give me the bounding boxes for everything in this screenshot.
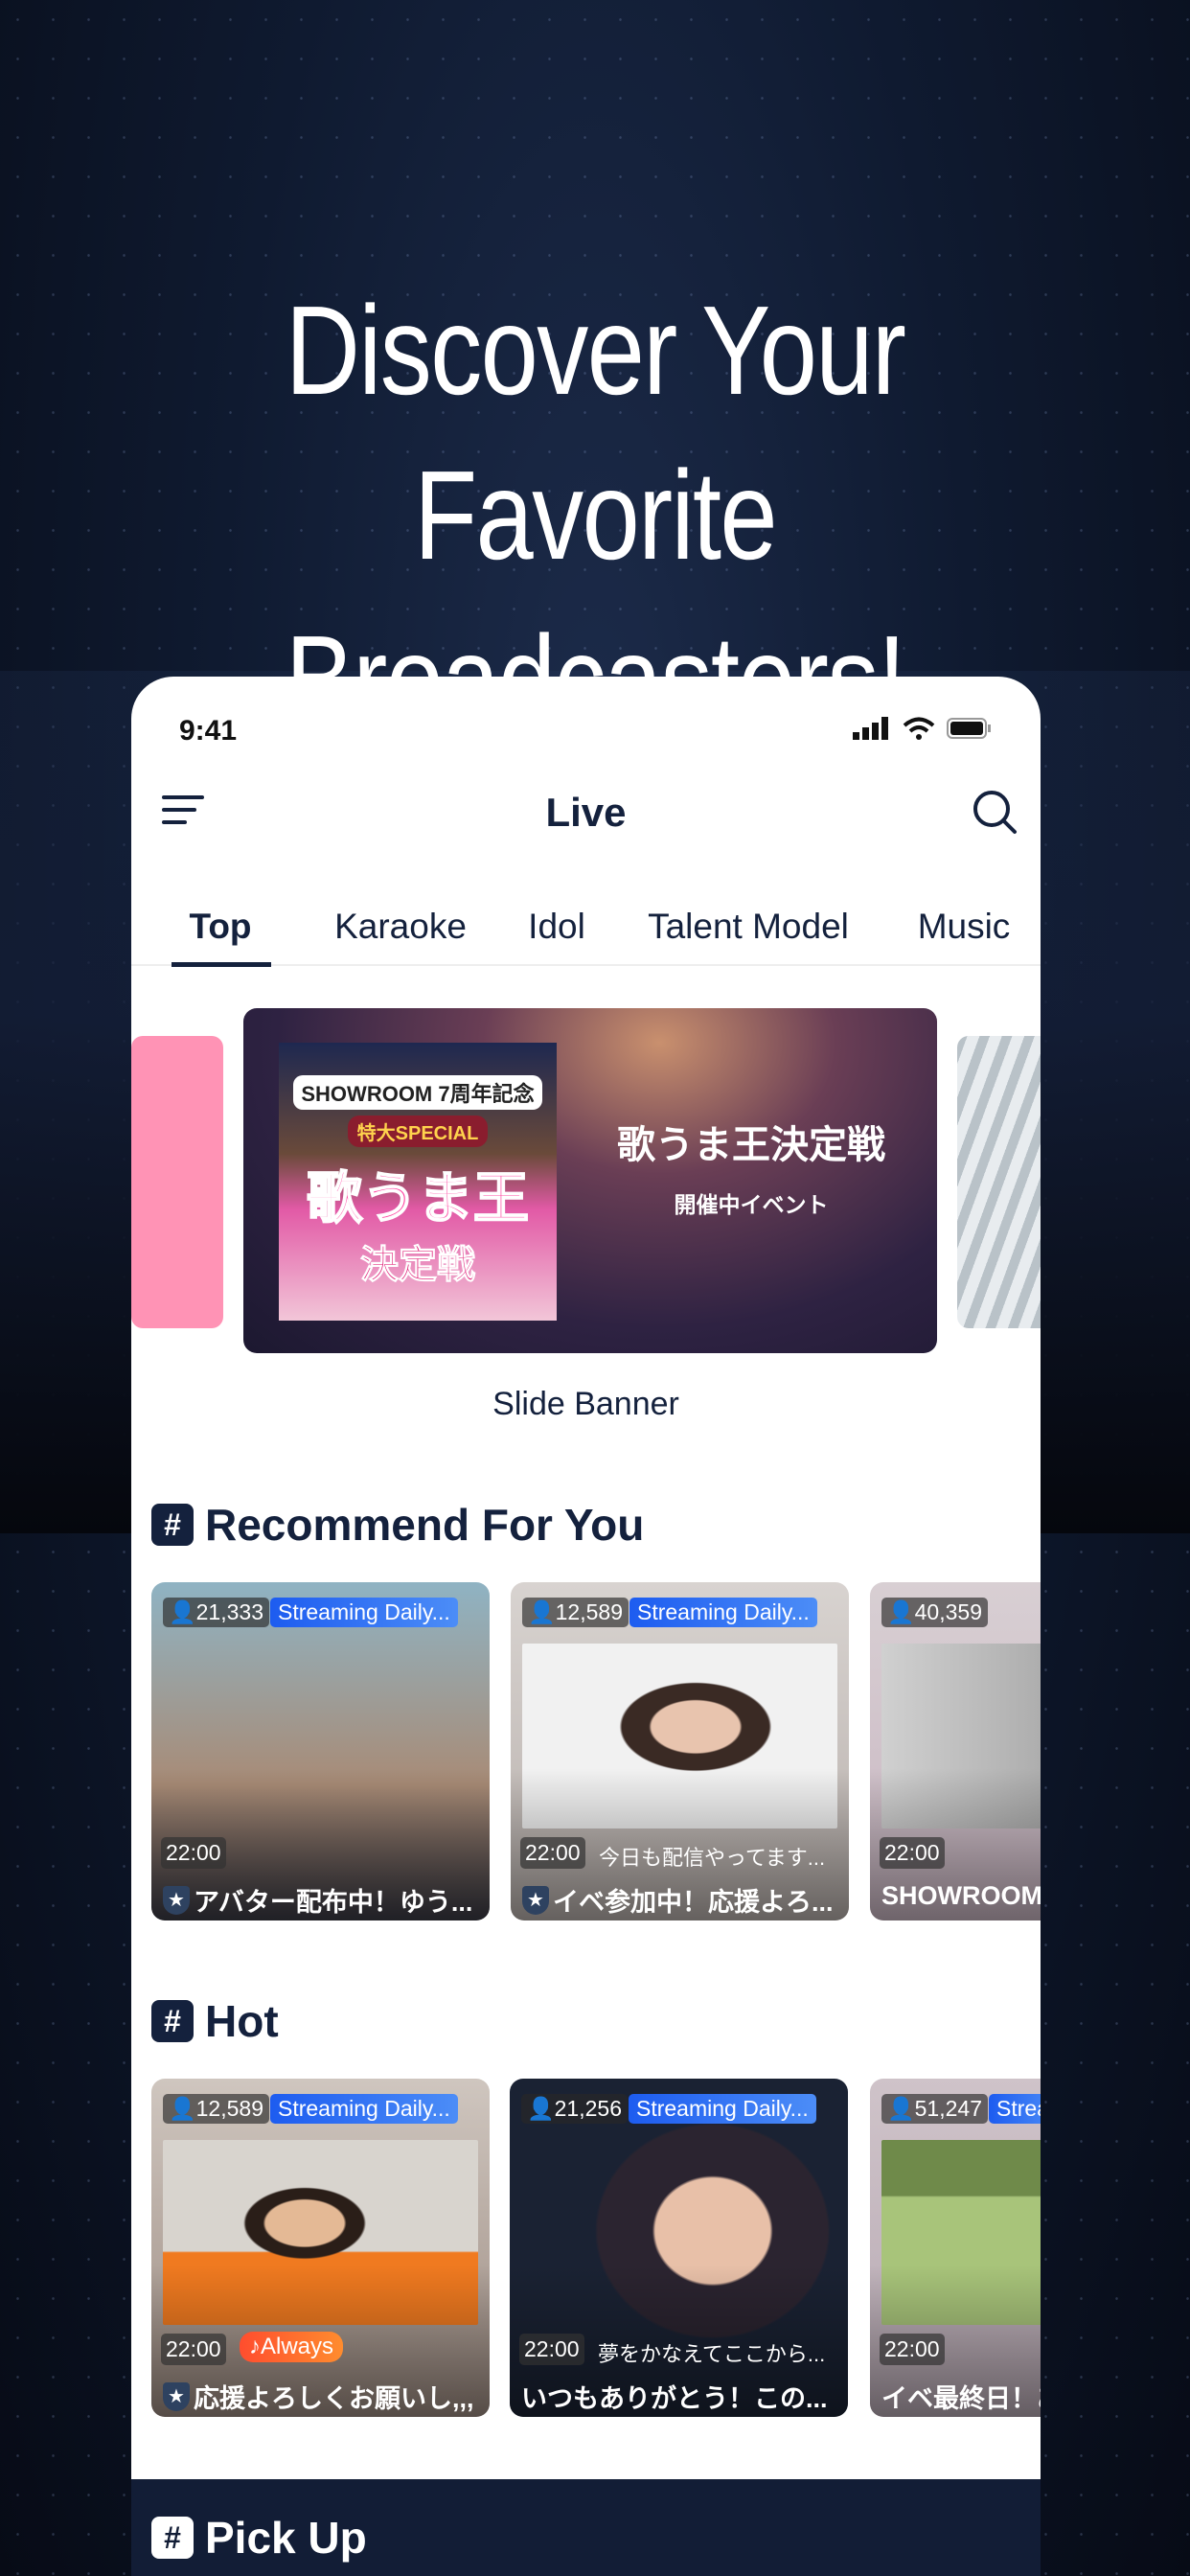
status-time: 9:41: [179, 715, 238, 747]
banner-prev[interactable]: [131, 1036, 223, 1328]
star-badge-icon: ★: [163, 1885, 190, 1915]
stream-title: SHOWROOM: [881, 1881, 1041, 1910]
star-badge-icon: ★: [163, 2381, 190, 2411]
star-badge-icon: ★: [522, 1885, 549, 1915]
stream-title: ★ イベ参加中！応援よろ...: [522, 1881, 834, 1919]
section-title: Hot: [205, 1996, 279, 2046]
search-icon[interactable]: [971, 788, 1018, 836]
banner-main[interactable]: SHOWROOM 7周年記念 特大SPECIAL 歌うま王 決定戦 歌うま王決定…: [243, 1008, 937, 1353]
poster-line: SHOWROOM 7周年記念: [293, 1074, 542, 1110]
card-shade: [151, 2079, 490, 2417]
viewer-count: 👤21,256: [521, 2094, 628, 2124]
stream-card[interactable]: 👤12,589 Streaming Daily... 22:00 今日も配信やっ…: [511, 1582, 849, 1920]
hot-carousel: 👤12,589 Streaming Daily... 22:00 ♪Always…: [131, 2079, 1041, 2424]
event-tag: Streaming Daily...: [270, 2094, 458, 2124]
tab-karaoke[interactable]: Karaoke: [334, 907, 467, 947]
stream-card[interactable]: 👤51,247 Strea 22:00 イベ最終日！あ: [870, 2079, 1041, 2417]
section-heading-recommend: # Recommend For You: [151, 1499, 644, 1551]
viewer-count: 👤40,359: [881, 1598, 988, 1627]
event-tag: Streaming Daily...: [629, 2094, 816, 2124]
category-tabs: Top Karaoke Idol Talent Model Music: [131, 907, 1041, 967]
hashtag-icon: #: [151, 1504, 194, 1546]
page-title: Live: [545, 790, 627, 835]
music-badge: ♪Always: [240, 2332, 344, 2362]
pickup-section: # Pick Up: [131, 2479, 1041, 2576]
viewer-count: 👤12,589: [163, 2094, 269, 2124]
stream-title: ★ 応援よろしくお願いし,,,: [163, 2378, 474, 2415]
card-shade: [151, 1582, 490, 1920]
phone-screen: 9:41 Live Top Karaoke Idol Talent Model …: [131, 677, 1041, 2576]
card-shade: [870, 1582, 1041, 1920]
card-shade: [870, 2079, 1041, 2417]
event-tag: Streaming Daily...: [629, 1598, 817, 1627]
stream-card[interactable]: 👤40,359 22:00 SHOWROOM: [870, 1582, 1041, 1920]
stream-card[interactable]: 👤21,333 Streaming Daily... 22:00 ★ アバター配布…: [151, 1582, 490, 1920]
tab-top[interactable]: Top: [189, 907, 251, 947]
stream-title: ★ アバター配布中！ゆう...: [163, 1881, 472, 1919]
poster-line: 特大SPECIAL: [347, 1115, 489, 1147]
stream-title: いつもありがとう！この...: [521, 2384, 828, 2413]
stream-subtitle: 夢をかなえてここから...: [598, 2342, 826, 2366]
stream-time: 22:00: [519, 2334, 584, 2365]
stream-time: 22:00: [161, 1837, 226, 1869]
tab-talent-model[interactable]: Talent Model: [648, 907, 849, 947]
stream-time: 22:00: [880, 1837, 945, 1869]
viewer-count: 👤21,333: [163, 1598, 269, 1627]
hashtag-icon: #: [151, 2000, 194, 2042]
banner-title: 歌うま王決定戦: [617, 1124, 885, 1166]
stream-card[interactable]: 👤12,589 Streaming Daily... 22:00 ♪Always…: [151, 2079, 490, 2417]
tab-music[interactable]: Music: [918, 907, 1011, 947]
event-tag: Strea: [989, 2094, 1041, 2124]
stream-card[interactable]: 👤21,256 Streaming Daily... 22:00 夢をかなえてこ…: [510, 2079, 848, 2417]
section-title: Pick Up: [205, 2513, 367, 2563]
tab-idol[interactable]: Idol: [528, 907, 585, 947]
stream-time: 22:00: [520, 1837, 585, 1869]
section-heading-hot: # Hot: [151, 1995, 279, 2047]
section-title: Recommend For You: [205, 1500, 645, 1550]
slide-banner-label: Slide Banner: [492, 1386, 679, 1422]
viewer-count: 👤51,247: [881, 2094, 988, 2124]
battery-icon: [947, 718, 991, 739]
stream-subtitle: 今日も配信やってます...: [599, 1846, 826, 1870]
banner-poster: SHOWROOM 7周年記念 特大SPECIAL 歌うま王 決定戦: [279, 1043, 557, 1321]
banner-subtitle: 開催中イベント: [674, 1192, 829, 1217]
viewer-count: 👤12,589: [522, 1598, 629, 1627]
signal-icon: [853, 717, 888, 740]
stream-time: 22:00: [880, 2334, 945, 2365]
recommend-carousel: 👤21,333 Streaming Daily... 22:00 ★ アバター配布…: [131, 1582, 1041, 1927]
poster-line: 歌うま王: [306, 1166, 530, 1230]
event-tag: Streaming Daily...: [270, 1598, 458, 1627]
wifi-icon: [903, 717, 935, 740]
status-icons: [853, 717, 993, 740]
banner-next[interactable]: [957, 1036, 1041, 1328]
headline-line-1: Discover Your Favorite: [285, 280, 906, 586]
poster-line: 決定戦: [360, 1243, 476, 1286]
hashtag-icon: #: [151, 2517, 194, 2559]
section-heading-pickup: # Pick Up: [151, 2512, 367, 2564]
stream-title: イベ最終日！あ: [881, 2384, 1041, 2413]
active-tab-indicator: [172, 962, 271, 967]
stream-time: 22:00: [161, 2334, 226, 2365]
